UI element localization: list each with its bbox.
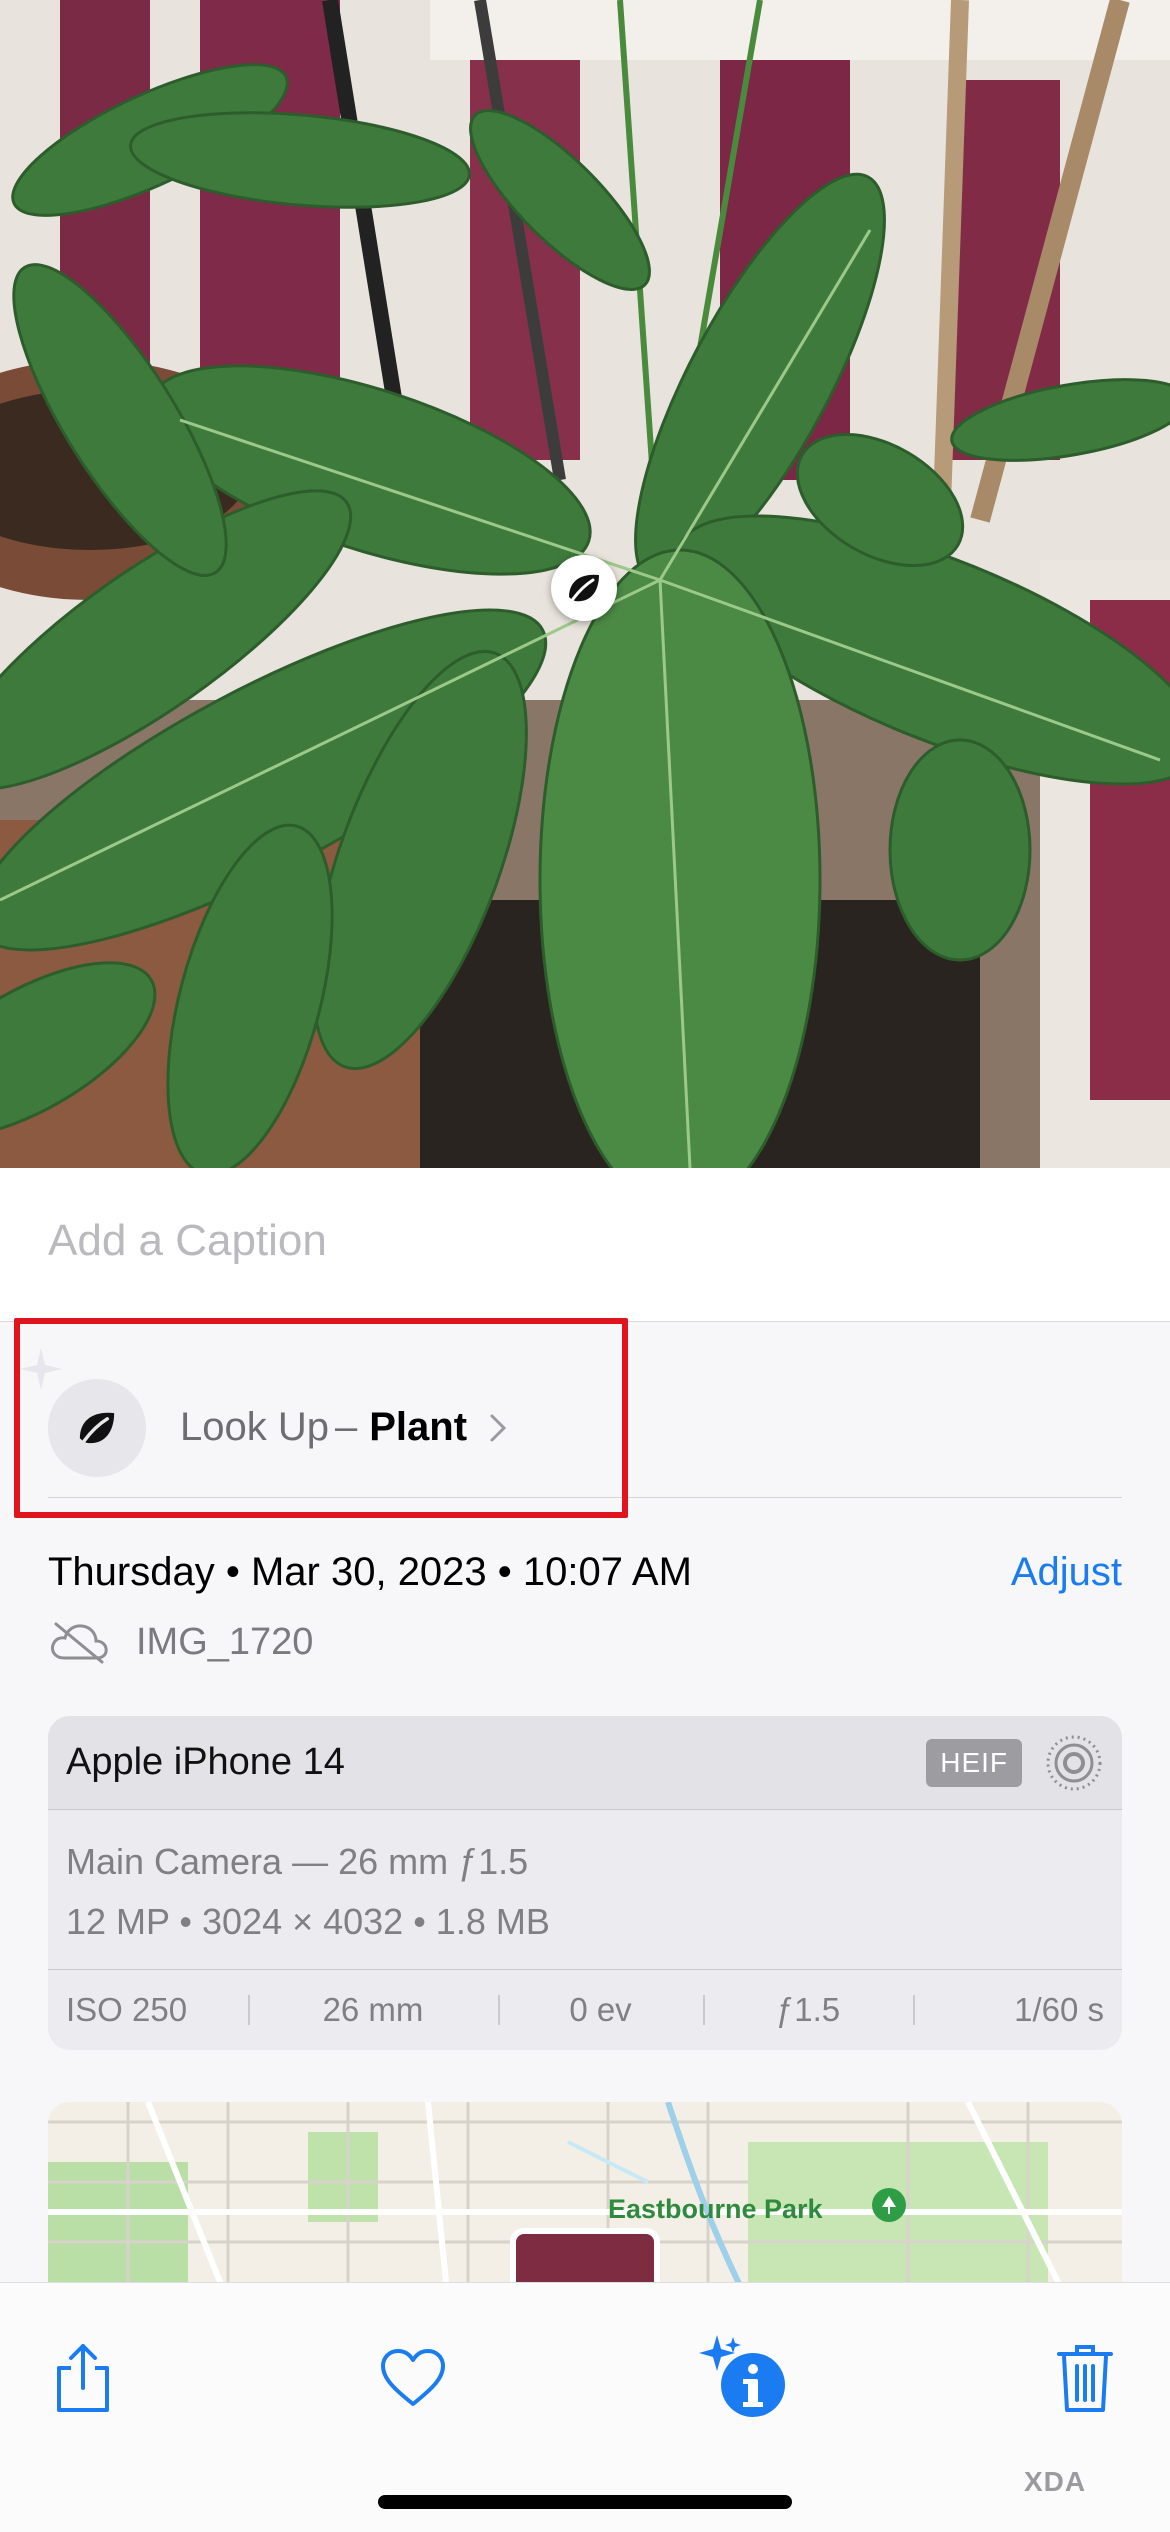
look-up-label: Look Up – Plant bbox=[180, 1405, 467, 1450]
file-row: IMG_1720 bbox=[48, 1612, 313, 1672]
live-photo-icon[interactable] bbox=[1044, 1733, 1104, 1793]
camera-card-body: Main Camera — 26 mm ƒ1.5 12 MP • 3024 × … bbox=[48, 1810, 1122, 1970]
heart-icon bbox=[381, 2349, 445, 2406]
format-badge: HEIF bbox=[926, 1738, 1022, 1787]
watermark: XDA bbox=[1024, 2466, 1087, 2497]
photo-info-panel: Look Up – Plant Thursday • Mar 30, 2023 • … bbox=[0, 1322, 1170, 2302]
favorite-button[interactable] bbox=[358, 2323, 468, 2433]
share-icon bbox=[57, 2344, 109, 2412]
leaf-icon bbox=[569, 574, 599, 602]
look-up-prefix: Look Up bbox=[180, 1405, 329, 1449]
cloud-off-icon bbox=[51, 1622, 108, 1664]
aperture-stat: ƒ1.5 bbox=[703, 1991, 913, 2029]
camera-model: Apple iPhone 14 bbox=[66, 1741, 345, 1783]
lens-info: Main Camera — 26 mm ƒ1.5 bbox=[66, 1841, 529, 1882]
info-sparkle-icon bbox=[699, 2335, 785, 2417]
file-name: IMG_1720 bbox=[136, 1620, 314, 1663]
look-up-separator: – bbox=[334, 1405, 358, 1449]
park-pin-icon bbox=[872, 2188, 906, 2222]
lookup-leaf-icon-circle bbox=[48, 1378, 146, 1477]
delete-button[interactable] bbox=[1030, 2323, 1140, 2433]
adjust-button[interactable]: Adjust bbox=[1011, 1550, 1122, 1595]
info-button[interactable] bbox=[692, 2323, 802, 2433]
capture-date: Thursday • Mar 30, 2023 • 10:07 AM bbox=[48, 1549, 692, 1594]
caption-placeholder: Add a Caption bbox=[48, 1216, 327, 1265]
image-specs: 12 MP • 3024 × 4032 • 1.8 MB bbox=[66, 1901, 550, 1942]
map-place-label: Eastbourne Park bbox=[608, 2194, 823, 2224]
chevron-right-icon bbox=[490, 1414, 507, 1441]
trash-icon bbox=[1057, 2345, 1113, 2412]
exposure-stats: ISO 250 26 mm 0 ev ƒ1.5 1/60 s bbox=[48, 1970, 1122, 2050]
photo[interactable] bbox=[0, 0, 1170, 1168]
home-indicator[interactable] bbox=[378, 2495, 792, 2509]
location-map[interactable]: Eastbourne Park bbox=[48, 2102, 1122, 2302]
look-up-subject: Plant bbox=[369, 1405, 468, 1449]
iso-stat: ISO 250 bbox=[66, 1991, 188, 2028]
shutter-speed-stat: 1/60 s bbox=[913, 1991, 1122, 2029]
camera-info-card: Apple iPhone 14 HEIF Main Camera — 26 mm… bbox=[48, 1716, 1122, 2050]
leaf-icon bbox=[79, 1412, 115, 1443]
look-up-row[interactable]: Look Up – Plant bbox=[48, 1358, 1122, 1498]
share-button[interactable] bbox=[28, 2323, 138, 2433]
focal-length-stat: 26 mm bbox=[248, 1991, 498, 2029]
exposure-value-stat: 0 ev bbox=[498, 1991, 703, 2029]
caption-field[interactable]: Add a Caption bbox=[0, 1168, 1170, 1322]
date-row: Thursday • Mar 30, 2023 • 10:07 AM Adjus… bbox=[48, 1542, 1122, 1602]
camera-card-header: Apple iPhone 14 HEIF bbox=[48, 1716, 1122, 1810]
visual-lookup-badge[interactable] bbox=[551, 555, 617, 621]
